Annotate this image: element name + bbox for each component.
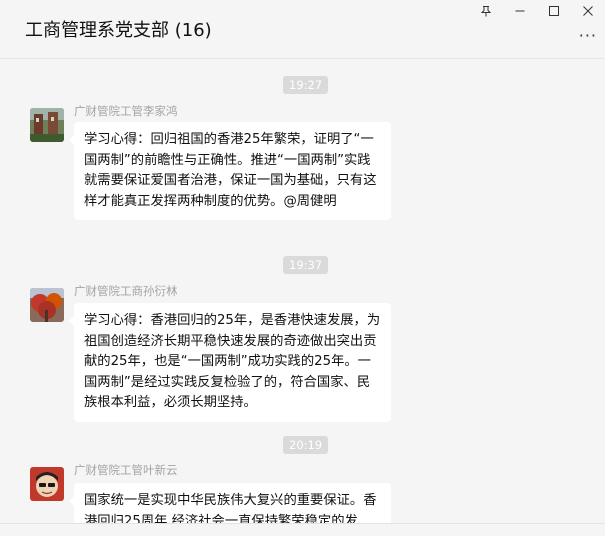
avatar[interactable] xyxy=(30,467,64,501)
minimize-icon[interactable] xyxy=(503,0,537,22)
chat-title: 工商管理系党支部 (16) xyxy=(25,20,212,41)
avatar[interactable] xyxy=(30,108,64,142)
sender-name: 广财管院工管李家鸿 xyxy=(74,104,178,118)
more-icon[interactable]: ··· xyxy=(579,26,597,45)
timestamp: 19:27 xyxy=(283,76,329,94)
pin-icon[interactable] xyxy=(469,0,503,22)
avatar[interactable] xyxy=(30,288,64,322)
timestamp: 19:37 xyxy=(283,256,329,274)
title-bar: 工商管理系党支部 (16) ··· xyxy=(0,0,605,59)
chat-history[interactable]: 19:27 广财管院工管李家鸿 学习心得：回归祖国的香港25年繁荣，证明了“一国… xyxy=(0,60,605,523)
message-bubble[interactable]: 学习心得：香港回归的25年，是香港快速发展，为祖国创造经济长期平稳快速发展的奇迹… xyxy=(69,303,391,422)
sender-name: 广财管院工商孙衍林 xyxy=(74,284,178,298)
message-bubble[interactable]: 国家统一是实现中华民族伟大复兴的重要保证。香港回归25周年,经济社会一直保持繁荣… xyxy=(69,483,391,523)
close-icon[interactable] xyxy=(571,0,605,22)
message-bubble[interactable]: 学习心得：回归祖国的香港25年繁荣，证明了“一国两制”的前瞻性与正确性。推进“一… xyxy=(69,122,391,220)
sender-name: 广财管院工管叶新云 xyxy=(74,463,178,477)
window-controls xyxy=(469,0,605,22)
timestamp: 20:19 xyxy=(283,436,329,454)
maximize-icon[interactable] xyxy=(537,0,571,22)
input-area-edge[interactable] xyxy=(0,523,605,536)
